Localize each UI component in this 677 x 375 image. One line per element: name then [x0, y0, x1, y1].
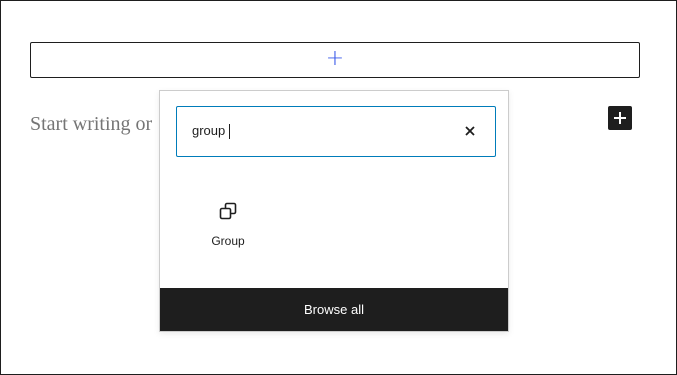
- block-result-label: Group: [211, 234, 245, 248]
- search-input[interactable]: [192, 107, 452, 155]
- plus-icon: +: [325, 46, 345, 71]
- editor-canvas: + Start writing or group Group Browse al…: [0, 0, 677, 375]
- group-block-icon: [216, 199, 240, 223]
- browse-all-button[interactable]: Browse all: [160, 288, 508, 331]
- search-box: [176, 106, 496, 157]
- clear-search-button[interactable]: [460, 121, 480, 141]
- block-inserter-popover: Group Browse all: [159, 90, 509, 332]
- block-appender-button[interactable]: +: [30, 42, 640, 78]
- text-caret: [229, 124, 230, 139]
- paragraph-placeholder[interactable]: Start writing or: [30, 113, 152, 136]
- block-result-group[interactable]: Group: [188, 189, 268, 259]
- plus-icon: [614, 112, 626, 124]
- inline-add-block-button[interactable]: [608, 106, 632, 130]
- close-icon: [465, 126, 475, 136]
